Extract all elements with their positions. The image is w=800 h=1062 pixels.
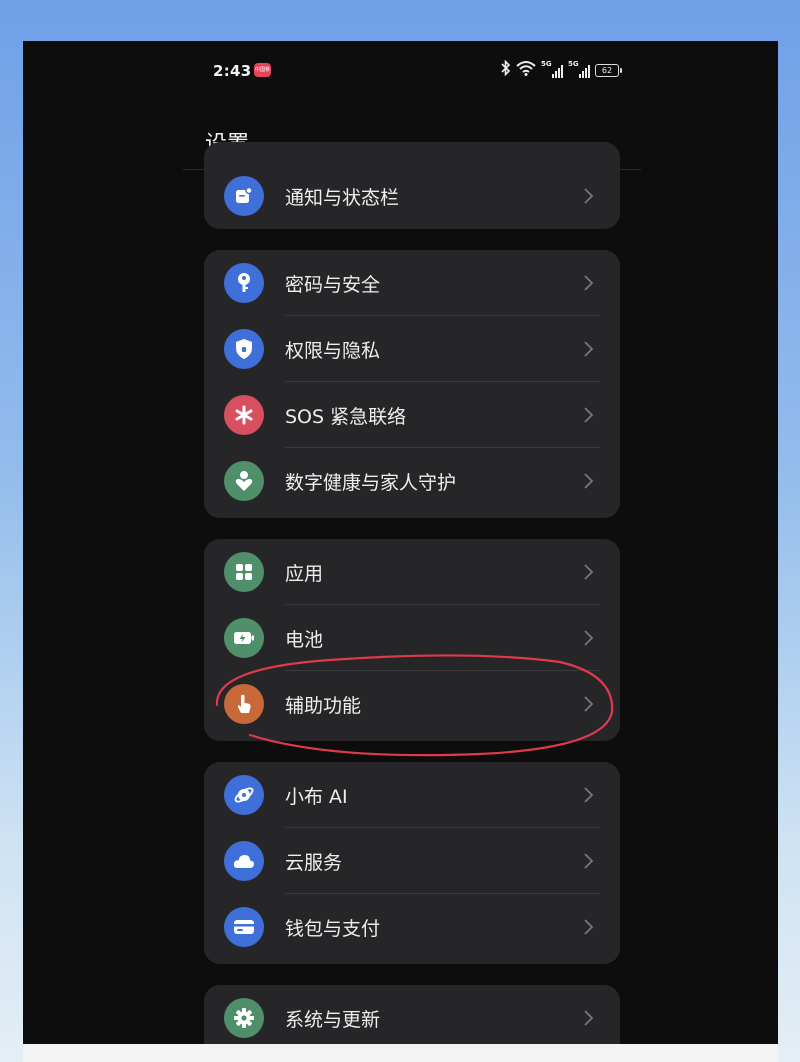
signal2-label: 5G bbox=[568, 60, 579, 68]
carrier-badge: 中国移 bbox=[254, 63, 271, 77]
signal-5g-icon: 5G bbox=[568, 60, 590, 80]
apps-grid-icon bbox=[224, 552, 264, 592]
settings-item-label: 辅助功能 bbox=[285, 695, 362, 717]
status-time: 2:43 bbox=[213, 62, 252, 80]
settings-item-sos[interactable]: SOS 紧急联络 bbox=[204, 382, 620, 448]
chevron-right-icon bbox=[584, 188, 594, 204]
chevron-right-icon bbox=[584, 275, 594, 291]
chevron-right-icon bbox=[584, 473, 594, 489]
phone-screen: 2:43 中国移 5G 5G 62 通知与状态栏 密码与安全 权限与隐私 SOS… bbox=[183, 41, 641, 1044]
chevron-right-icon bbox=[584, 564, 594, 580]
settings-item-battery[interactable]: 电池 bbox=[204, 605, 620, 671]
chevron-right-icon bbox=[584, 853, 594, 869]
notification-icon bbox=[224, 176, 264, 216]
heart-person-icon bbox=[224, 461, 264, 501]
settings-item-notifications[interactable]: 通知与状态栏 bbox=[204, 163, 620, 229]
settings-item-password-security[interactable]: 密码与安全 bbox=[204, 250, 620, 316]
settings-item-label: 系统与更新 bbox=[285, 1009, 381, 1031]
wifi-icon bbox=[516, 60, 536, 80]
settings-item-label: 数字健康与家人守护 bbox=[285, 472, 457, 494]
settings-group-apps: 应用 电池 辅助功能 bbox=[204, 539, 620, 741]
status-icons: 5G 5G 62 bbox=[501, 59, 622, 81]
signal1-label: 5G bbox=[541, 60, 552, 68]
settings-item-digital-wellbeing[interactable]: 数字健康与家人守护 bbox=[204, 448, 620, 514]
chevron-right-icon bbox=[584, 630, 594, 646]
hand-pointer-icon bbox=[224, 684, 264, 724]
settings-item-label: 钱包与支付 bbox=[285, 918, 381, 940]
settings-group-notifications: 通知与状态栏 bbox=[204, 142, 620, 229]
settings-item-label: 云服务 bbox=[285, 852, 343, 874]
settings-item-label: SOS 紧急联络 bbox=[285, 406, 407, 428]
settings-item-apps[interactable]: 应用 bbox=[204, 539, 620, 605]
settings-item-label: 通知与状态栏 bbox=[285, 187, 400, 209]
chevron-right-icon bbox=[584, 341, 594, 357]
gear-icon bbox=[224, 998, 264, 1038]
settings-item-permissions-privacy[interactable]: 权限与隐私 bbox=[204, 316, 620, 382]
ai-orbit-icon bbox=[224, 775, 264, 815]
settings-item-wallet[interactable]: 钱包与支付 bbox=[204, 894, 620, 960]
settings-item-label: 电池 bbox=[285, 629, 324, 651]
settings-item-accessibility[interactable]: 辅助功能 bbox=[204, 671, 620, 737]
settings-item-label: 小布 AI bbox=[285, 786, 348, 808]
battery-indicator: 62 bbox=[595, 63, 622, 77]
chevron-right-icon bbox=[584, 787, 594, 803]
settings-item-label: 权限与隐私 bbox=[285, 340, 381, 362]
signal-5g-icon: 5G bbox=[541, 60, 563, 80]
settings-item-label: 应用 bbox=[285, 563, 324, 585]
chevron-right-icon bbox=[584, 1010, 594, 1026]
settings-group-security: 密码与安全 权限与隐私 SOS 紧急联络 数字健康与家人守护 bbox=[204, 250, 620, 518]
cloud-icon bbox=[224, 841, 264, 881]
battery-icon bbox=[224, 618, 264, 658]
settings-item-cloud-service[interactable]: 云服务 bbox=[204, 828, 620, 894]
chevron-right-icon bbox=[584, 919, 594, 935]
frame-bottom-border bbox=[23, 1044, 778, 1062]
status-bar: 2:43 中国移 5G 5G 62 bbox=[183, 41, 641, 101]
wallet-icon bbox=[224, 907, 264, 947]
settings-item-label: 密码与安全 bbox=[285, 274, 381, 296]
chevron-right-icon bbox=[584, 696, 594, 712]
bluetooth-icon bbox=[501, 59, 511, 80]
key-icon bbox=[224, 263, 264, 303]
settings-item-xiaobu-ai[interactable]: 小布 AI bbox=[204, 762, 620, 828]
settings-group-system: 系统与更新 bbox=[204, 985, 620, 1044]
settings-item-system-update[interactable]: 系统与更新 bbox=[204, 985, 620, 1044]
settings-group-services: 小布 AI 云服务 钱包与支付 bbox=[204, 762, 620, 964]
chevron-right-icon bbox=[584, 407, 594, 423]
asterisk-icon bbox=[224, 395, 264, 435]
shield-icon bbox=[224, 329, 264, 369]
